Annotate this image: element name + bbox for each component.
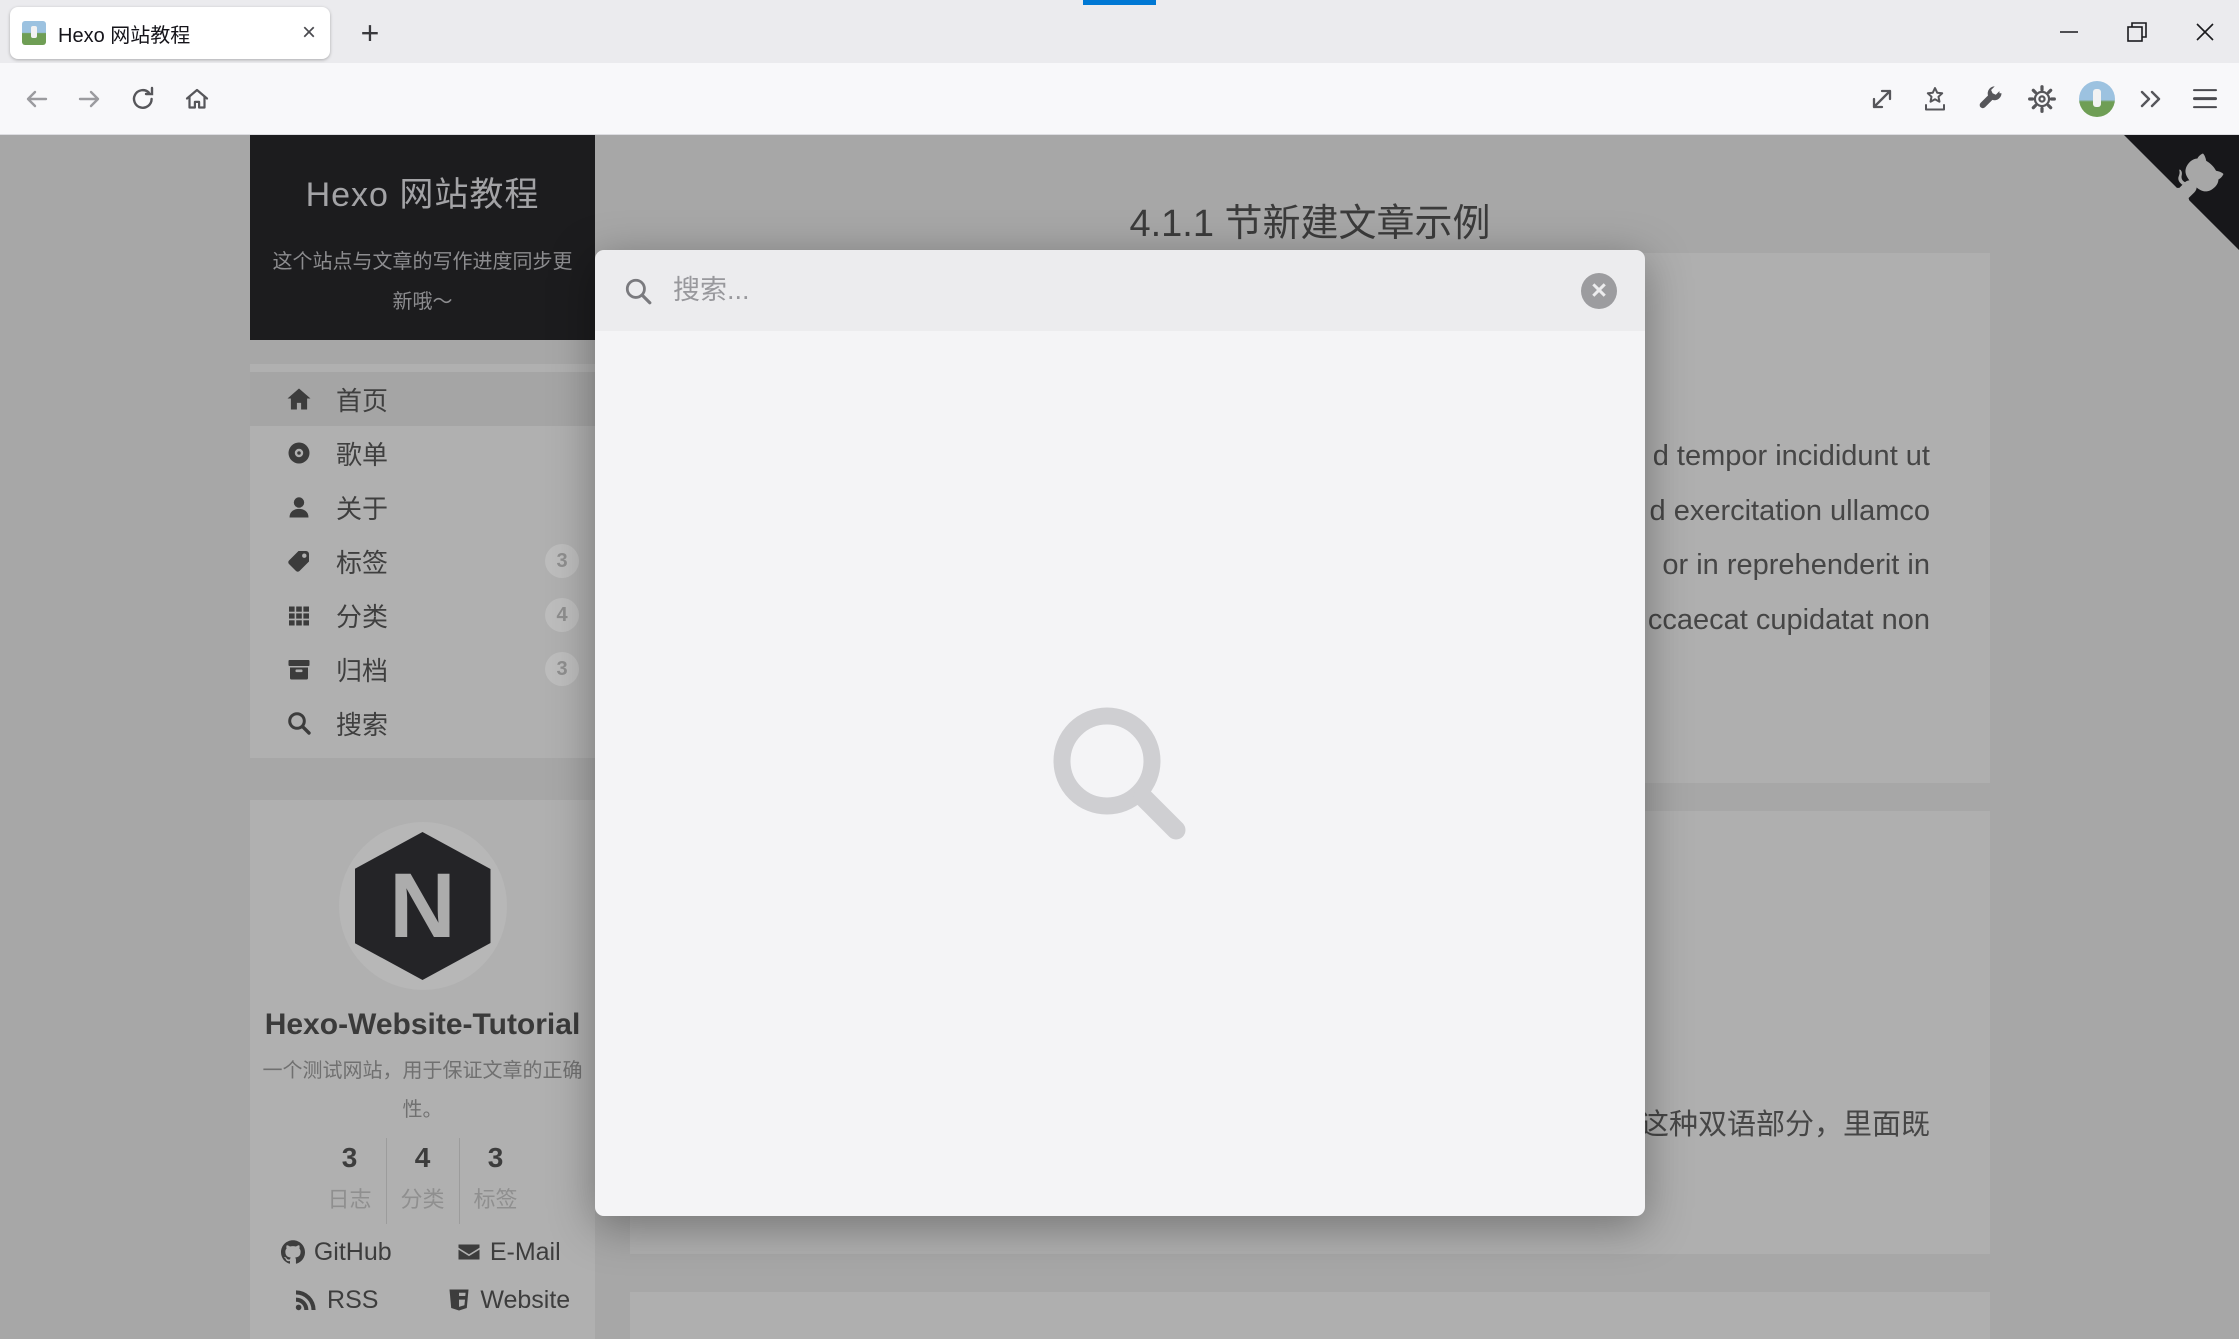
sidebar-item-search[interactable]: 搜索 bbox=[250, 696, 595, 750]
navigation-toolbar: localhost:4000/hexo-website-tutorial/ bbox=[0, 63, 2239, 186]
stat-label: 分类 bbox=[400, 1187, 445, 1212]
link-label: RSS bbox=[327, 1285, 379, 1314]
sidebar-item-label: 归档 bbox=[336, 655, 389, 686]
profile-name: Hexo-Website-Tutorial bbox=[264, 1008, 581, 1041]
disc-icon bbox=[288, 442, 310, 464]
minimize-button[interactable] bbox=[2035, 0, 2103, 63]
tag-icon bbox=[288, 551, 309, 572]
search-input[interactable] bbox=[671, 274, 1581, 307]
search-modal-header: × bbox=[595, 250, 1645, 331]
new-tab-button[interactable]: + bbox=[348, 11, 392, 55]
accent-strip bbox=[1083, 0, 1156, 5]
post-body-text: d tempor incididunt ut d exercitation ul… bbox=[1648, 429, 1930, 647]
text-line: d tempor incididunt ut bbox=[1652, 440, 1930, 472]
nginx-logo: N bbox=[354, 832, 491, 980]
link-label: Website bbox=[480, 1285, 571, 1314]
stat-posts[interactable]: 3 日志 bbox=[314, 1138, 386, 1224]
link-label: E-Mail bbox=[489, 1237, 561, 1266]
sidebar-nav: 首页 歌单 关于 标签 3 分类 4 归档 3 搜索 bbox=[250, 364, 595, 758]
sidebar-item-label: 歌单 bbox=[336, 439, 389, 470]
website-icon bbox=[449, 1289, 469, 1311]
logo-letter: N bbox=[389, 855, 456, 957]
github-icon bbox=[280, 1240, 305, 1264]
tab-favicon bbox=[22, 21, 46, 45]
home-icon[interactable] bbox=[183, 85, 211, 113]
profile-card: N Hexo-Website-Tutorial 一个测试网站，用于保证文章的正确… bbox=[250, 800, 595, 1339]
stat-value: 4 bbox=[414, 1142, 431, 1173]
link-rss[interactable]: RSS bbox=[250, 1276, 423, 1324]
save-page-icon[interactable] bbox=[1921, 85, 1949, 113]
sidebar-item-home[interactable]: 首页 bbox=[250, 372, 595, 426]
link-email[interactable]: E-Mail bbox=[423, 1228, 596, 1276]
stat-categories[interactable]: 4 分类 bbox=[385, 1138, 459, 1224]
link-github[interactable]: GitHub bbox=[250, 1228, 423, 1276]
reload-icon[interactable] bbox=[129, 85, 157, 113]
site-subtitle: 这个站点与文章的写作进度同步更新哦～ bbox=[272, 251, 573, 313]
forward-icon[interactable] bbox=[76, 85, 104, 113]
stat-label: 标签 bbox=[473, 1187, 518, 1212]
sidebar-item-label: 首页 bbox=[336, 385, 389, 416]
text-line: ccaecat cupidatat non bbox=[1647, 603, 1930, 636]
home-icon bbox=[287, 388, 311, 410]
search-modal: × bbox=[595, 250, 1645, 1216]
grid-icon bbox=[289, 606, 309, 626]
fullscreen-icon[interactable] bbox=[1868, 85, 1896, 113]
link-label: GitHub bbox=[313, 1237, 392, 1266]
link-website[interactable]: Website bbox=[423, 1276, 596, 1324]
text-line: d exercitation ullamco bbox=[1649, 494, 1930, 527]
large-search-icon bbox=[1053, 707, 1186, 839]
account-avatar[interactable] bbox=[2079, 80, 2115, 117]
back-icon[interactable] bbox=[22, 85, 50, 113]
profile-links: GitHub E-Mail RSS Website bbox=[250, 1228, 595, 1324]
profile-stats: 3 日志 4 分类 3 标签 bbox=[314, 1138, 532, 1224]
sidebar-item-label: 搜索 bbox=[336, 709, 389, 740]
stat-value: 3 bbox=[487, 1142, 504, 1173]
gear-icon[interactable] bbox=[2027, 84, 2057, 114]
rss-icon bbox=[295, 1290, 316, 1311]
search-close-icon[interactable]: × bbox=[1581, 272, 1617, 309]
search-icon bbox=[288, 712, 311, 735]
profile-description: 一个测试网站，用于保证文章的正确性。 bbox=[262, 1060, 583, 1121]
stat-label: 日志 bbox=[327, 1187, 372, 1212]
tab-close-icon[interactable]: × bbox=[300, 21, 318, 45]
site-avatar[interactable]: N bbox=[338, 822, 507, 990]
sidebar-item-categories[interactable]: 分类 4 bbox=[250, 588, 595, 642]
site-title: Hexo 网站教程 bbox=[305, 176, 540, 214]
sidebar-item-archives[interactable]: 归档 3 bbox=[250, 642, 595, 696]
post-card bbox=[630, 1292, 1990, 1339]
sidebar-item-about[interactable]: 关于 bbox=[250, 480, 595, 534]
stat-value: 3 bbox=[341, 1142, 358, 1173]
browser-window: Hexo 网站教程 × + localhost:4000/h bbox=[0, 0, 2239, 1339]
github-corner-octocat[interactable] bbox=[2124, 135, 2239, 250]
text-line: or in reprehenderit in bbox=[1662, 549, 1930, 581]
window-controls bbox=[2035, 0, 2239, 63]
badge-count: 3 bbox=[545, 652, 579, 686]
post-body-text: 对这种双语部分，里面既 bbox=[1610, 1109, 1930, 1141]
page-content: Hexo 网站教程 这个站点与文章的写作进度同步更新哦～ 首页 歌单 关于 标签… bbox=[0, 135, 2239, 1339]
user-icon bbox=[289, 497, 309, 518]
archive-icon bbox=[288, 660, 310, 680]
sidebar-item-playlist[interactable]: 歌单 bbox=[250, 426, 595, 480]
tab-title: Hexo 网站教程 bbox=[58, 24, 191, 47]
page-title: 4.1.1 节新建文章示例 bbox=[1129, 203, 1491, 245]
menu-icon[interactable] bbox=[2193, 88, 2217, 109]
sidebar-item-label: 关于 bbox=[336, 493, 389, 524]
tab-bar: Hexo 网站教程 × + bbox=[0, 0, 2239, 63]
sidebar-item-label: 标签 bbox=[336, 547, 389, 578]
badge-count: 4 bbox=[545, 598, 579, 632]
search-icon bbox=[625, 278, 652, 304]
stat-tags[interactable]: 3 标签 bbox=[458, 1138, 532, 1224]
search-results-area bbox=[595, 331, 1645, 1216]
overflow-chevrons-icon[interactable] bbox=[2136, 85, 2164, 113]
sidebar-item-label: 分类 bbox=[336, 601, 389, 632]
wrench-icon[interactable] bbox=[1976, 85, 2004, 113]
email-icon bbox=[458, 1244, 480, 1260]
site-header: Hexo 网站教程 这个站点与文章的写作进度同步更新哦～ bbox=[250, 135, 595, 340]
sidebar-item-tags[interactable]: 标签 3 bbox=[250, 534, 595, 588]
browser-tab[interactable]: Hexo 网站教程 × bbox=[10, 7, 330, 59]
close-button[interactable] bbox=[2171, 0, 2239, 63]
badge-count: 3 bbox=[545, 544, 579, 578]
restore-button[interactable] bbox=[2103, 0, 2171, 63]
